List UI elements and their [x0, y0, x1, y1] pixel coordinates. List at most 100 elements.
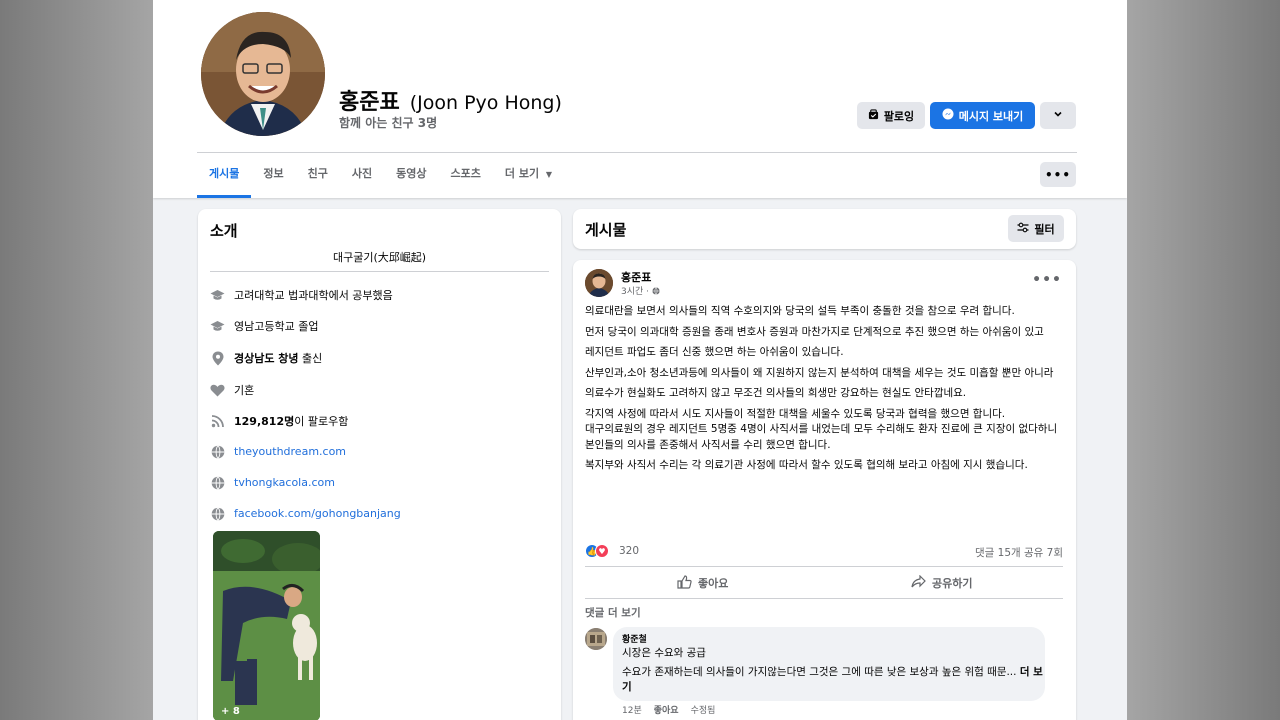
post-paragraph: 각지역 사정에 따라서 시도 지사들이 적절한 대책을 세울수 있도록 당국과 …: [585, 407, 1006, 420]
reaction-count[interactable]: 320: [619, 545, 639, 557]
send-message-button[interactable]: 메시지 보내기: [930, 102, 1035, 129]
comment-bubble: 황준철 시장은 수요와 공급 수요가 존재하는데 의사들이 가지않는다면 그것은…: [613, 627, 1045, 701]
tab-photos[interactable]: 사진: [340, 154, 384, 198]
info-education-highschool: 영남고등학교 졸업: [210, 318, 318, 334]
comment-meta: 12분 좋아요 수정됨: [622, 703, 715, 716]
featured-photo[interactable]: + 8: [213, 531, 320, 720]
filter-label: 필터: [1034, 222, 1055, 236]
location-pin-icon: [210, 351, 225, 366]
post-body: 의료대란을 보면서 의사들의 직역 수호의지와 당국의 설득 부족이 충돌한 것…: [585, 304, 1063, 479]
info-education-university: 고려대학교 법과대학에서 공부했음: [210, 287, 393, 303]
photo-count-badge: + 8: [221, 706, 240, 717]
post-card: 홍준표 3시간 · ••• 의료대란을 보면서 의사들의 직역 수호의지와 당국…: [573, 260, 1076, 720]
like-label: 좋아요: [698, 577, 729, 590]
thumbs-up-icon: [677, 574, 692, 592]
tab-videos[interactable]: 동영상: [384, 154, 438, 198]
comment-line: 시장은 수요와 공급: [622, 647, 706, 659]
globe-icon: [652, 287, 660, 297]
comment-time[interactable]: 12분: [622, 703, 642, 716]
post-author-avatar[interactable]: [585, 269, 613, 297]
following-button[interactable]: 팔로잉: [857, 102, 925, 129]
info-website-2: tvhongkacola.com: [210, 475, 335, 490]
graduation-cap-icon: [210, 319, 225, 334]
tabs-overflow-button[interactable]: •••: [1040, 162, 1076, 187]
post-paragraph: 복지부와 사직서 수리는 각 의료기관 사정에 따라서 할수 있도록 협의해 보…: [585, 459, 1028, 471]
posts-header-card: 게시물 필터: [573, 209, 1076, 249]
info-text: 영남고등학교 졸업: [234, 320, 319, 333]
caret-down-icon: ▼: [545, 170, 553, 179]
left-backdrop: [0, 0, 153, 720]
love-reaction-icon: ♥: [595, 544, 609, 558]
comment-like-button[interactable]: 좋아요: [654, 703, 679, 716]
post-paragraph: 레지던트 파업도 좀더 신중 했으면 하는 아쉬움이 있습니다.: [585, 346, 844, 358]
tab-friends[interactable]: 친구: [296, 154, 340, 198]
info-website-1: theyouthdream.com: [210, 444, 346, 459]
posts-title: 게시물: [585, 221, 627, 239]
share-button[interactable]: 공유하기: [911, 572, 972, 594]
profile-header: 홍준표 (Joon Pyo Hong) 함께 아는 친구 3명 팔로잉 메시지 보…: [153, 0, 1127, 198]
intro-divider: [210, 271, 549, 272]
actions-divider-bottom: [585, 598, 1063, 599]
info-text: 기혼: [234, 384, 255, 397]
view-more-comments[interactable]: 댓글 더 보기: [585, 605, 641, 620]
website-link[interactable]: tvhongkacola.com: [234, 476, 335, 489]
globe-icon: [210, 506, 225, 521]
post-paragraph: 대구의료원의 경우 레지던트 5명중 4명이 사직서를 내었는데 모두 수리해도…: [585, 423, 1058, 451]
graduation-cap-icon: [210, 288, 225, 303]
tab-sports[interactable]: 스포츠: [439, 154, 493, 198]
intro-bio: 대구굴기(大邱崛起): [332, 251, 427, 264]
post-options-ellipsis-icon[interactable]: •••: [1032, 272, 1062, 288]
comment-text: 시장은 수요와 공급 수요가 존재하는데 의사들이 가지않는다면 그것은 그에 …: [622, 646, 1045, 696]
tab-about[interactable]: 정보: [251, 154, 295, 198]
profile-name-ko: 홍준표: [339, 90, 400, 115]
info-text: 출신: [298, 352, 323, 365]
profile-page: 홍준표 (Joon Pyo Hong) 함께 아는 친구 3명 팔로잉 메시지 보…: [153, 0, 1127, 720]
info-text: 고려대학교 법과대학에서 공부했음: [234, 289, 393, 302]
tab-more-label: 더 보기: [504, 167, 540, 180]
reaction-icons[interactable]: 👍 ♥: [585, 544, 609, 558]
profile-avatar[interactable]: [201, 12, 325, 136]
post-paragraph: 의료수가 현실화도 고려하지 않고 무조건 의사들의 희생만 강요하는 현실도 …: [585, 387, 967, 399]
info-text: 이 팔로우함: [294, 415, 349, 428]
hometown-place[interactable]: 경상남도 창녕: [234, 352, 299, 365]
globe-icon: [210, 475, 225, 490]
intro-title: 소개: [210, 222, 238, 240]
header-divider: [197, 152, 1077, 153]
rss-icon: [210, 414, 225, 429]
filter-button[interactable]: 필터: [1008, 215, 1064, 242]
commenter-name[interactable]: 황준철: [622, 632, 1045, 645]
info-hometown: 경상남도 창녕 출신: [210, 350, 322, 366]
chevron-down-icon: [1053, 109, 1063, 122]
following-icon: [868, 108, 879, 123]
website-link[interactable]: theyouthdream.com: [234, 445, 346, 458]
info-relationship: 기혼: [210, 382, 254, 398]
more-actions-button[interactable]: [1040, 102, 1076, 129]
filter-icon: [1017, 222, 1029, 236]
follower-count: 129,812명: [234, 415, 295, 428]
mutual-friends[interactable]: 함께 아는 친구 3명: [339, 114, 437, 131]
post-paragraph: 먼저 당국이 의과대학 증원을 종래 변호사 증원과 마찬가지로 단계적으로 추…: [585, 325, 1044, 338]
share-label: 공유하기: [932, 577, 973, 590]
info-followers: 129,812명이 팔로우함: [210, 413, 348, 429]
post-timestamp[interactable]: 3시간 ·: [621, 284, 660, 297]
comment-edited-label: 수정됨: [690, 706, 716, 716]
share-arrow-icon: [911, 574, 926, 591]
comments-shares-count[interactable]: 댓글 15개 공유 7회: [975, 545, 1063, 560]
post-time-text: 3시간 ·: [621, 287, 650, 297]
profile-tabs: 게시물 정보 친구 사진 동영상 스포츠 더 보기 ▼: [197, 154, 564, 198]
post-author-name[interactable]: 홍준표: [621, 269, 651, 285]
ellipsis-icon: •••: [1044, 167, 1071, 182]
intro-card: 소개 대구굴기(大邱崛起) 고려대학교 법과대학에서 공부했음 영남고등학교 졸…: [198, 209, 561, 720]
tab-posts[interactable]: 게시물: [197, 154, 252, 198]
commenter-avatar[interactable]: [585, 628, 607, 650]
globe-icon: [210, 444, 225, 459]
profile-name-en: (Joon Pyo Hong): [409, 92, 562, 114]
following-label: 팔로잉: [883, 109, 915, 123]
tab-more[interactable]: 더 보기 ▼: [493, 154, 564, 198]
like-button[interactable]: 좋아요: [677, 572, 728, 594]
heart-icon: [210, 383, 225, 398]
website-link[interactable]: facebook.com/gohongbanjang: [234, 507, 401, 520]
comment-line: 수요가 존재하는데 의사들이 가지않는다면 그것은 그에 따른 낮은 보상과 높…: [622, 665, 1017, 678]
info-website-3: facebook.com/gohongbanjang: [210, 506, 401, 521]
reaction-summary: 👍 ♥ 320 댓글 15개 공유 7회: [585, 544, 1063, 560]
